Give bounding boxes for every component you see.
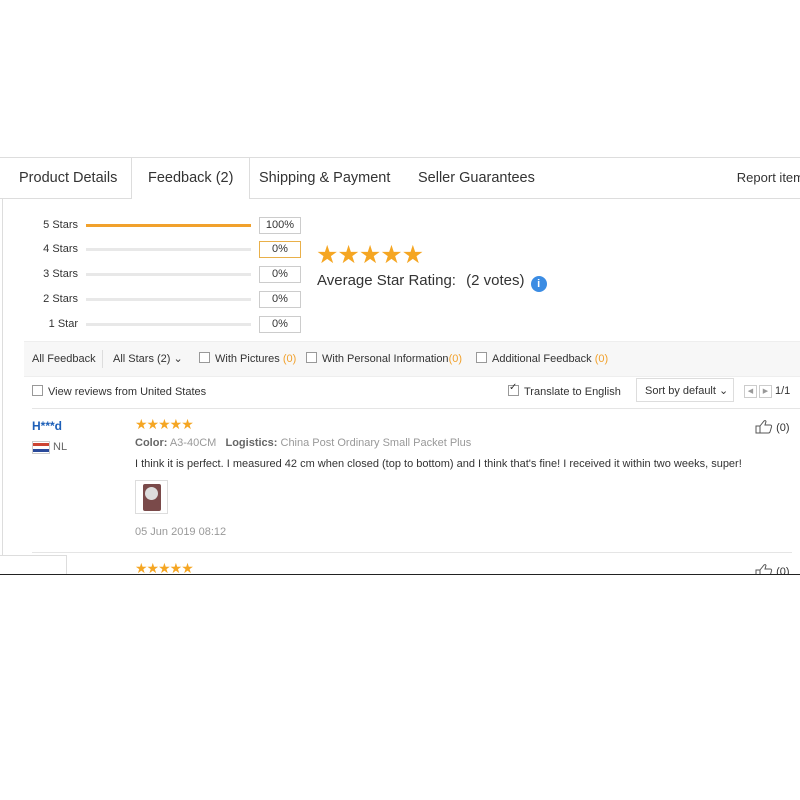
helpful-button[interactable]: (0) <box>755 419 790 434</box>
translate-option[interactable]: Translate to English <box>508 382 621 398</box>
tab-seller-guarantees[interactable]: Seller Guarantees <box>418 158 535 198</box>
rating-label: 4 Stars <box>43 243 78 255</box>
color-label: Color: <box>135 437 168 449</box>
rating-bar <box>86 248 251 251</box>
review-star-icons: ★★★★★ <box>135 416 194 432</box>
average-rating-label: Average Star Rating: <box>317 272 456 289</box>
reviewer-name[interactable]: H***d <box>32 419 62 433</box>
review-star-icons: ★★★★★ <box>135 560 194 575</box>
filter-with-pictures[interactable]: With Pictures (0) <box>199 342 296 376</box>
filter-count: (0) <box>448 353 463 365</box>
chevron-down-icon: ⌄ <box>173 353 183 365</box>
filter-with-personal-info[interactable]: With Personal Information(0) <box>306 342 462 376</box>
rating-row-3[interactable]: 3 Stars 0% <box>0 266 310 283</box>
divider <box>32 408 800 409</box>
rating-label: 5 Stars <box>43 219 78 231</box>
info-icon[interactable]: i <box>530 276 547 292</box>
prev-page-icon[interactable]: ◀ <box>744 385 757 398</box>
rating-bar <box>86 323 251 326</box>
reviewer-avatar-box <box>0 555 67 575</box>
feedback-filter-bar: All Feedback All Stars (2) ⌄ With Pictur… <box>24 341 800 377</box>
filter-additional-label: Additional Feedback <box>492 353 592 365</box>
filter-count: (0) <box>282 353 297 365</box>
filter-all-stars-dropdown[interactable]: All Stars (2) ⌄ <box>113 342 183 376</box>
review-photo-thumbnail[interactable] <box>135 480 168 514</box>
rating-percent: 100% <box>259 217 301 234</box>
filter-with-personal-label: With Personal Information <box>322 353 449 365</box>
divider <box>32 552 792 553</box>
view-from-us-label: View reviews from United States <box>48 386 207 398</box>
review-text: I think it is perfect. I measured 42 cm … <box>135 458 742 470</box>
reviewer-country: NL <box>53 441 68 453</box>
rating-percent: 0% <box>259 266 301 283</box>
vote-count: (2 votes) <box>466 272 525 289</box>
sort-dropdown[interactable]: Sort by default ⌄ <box>636 378 734 402</box>
filter-all-stars-label: All Stars (2) <box>113 353 171 365</box>
checkbox-icon[interactable] <box>306 352 317 363</box>
rating-bar <box>86 224 251 227</box>
rating-label: 2 Stars <box>43 293 78 305</box>
filter-count: (0) <box>594 353 609 365</box>
checkbox-icon[interactable] <box>476 352 487 363</box>
rating-percent: 0% <box>259 316 301 333</box>
rating-row-2[interactable]: 2 Stars 0% <box>0 291 310 308</box>
chevron-down-icon: ⌄ <box>719 385 729 397</box>
average-star-icons: ★★★★★ <box>316 241 424 269</box>
feedback-panel: Product Details Feedback (2) Shipping & … <box>0 157 800 575</box>
logistics-value: China Post Ordinary Small Packet Plus <box>280 437 472 449</box>
filter-additional-feedback[interactable]: Additional Feedback (0) <box>476 342 608 376</box>
view-from-us-option[interactable]: View reviews from United States <box>32 385 206 398</box>
helpful-count: (0) <box>776 422 790 434</box>
average-rating: Average Star Rating: (2 votes) i <box>317 272 547 292</box>
page-indicator: 1/1 <box>775 385 791 397</box>
rating-label: 1 Star <box>48 318 78 330</box>
tab-shipping-payment[interactable]: Shipping & Payment <box>259 158 390 198</box>
rating-row-1[interactable]: 1 Star 0% <box>0 316 310 333</box>
tab-feedback[interactable]: Feedback (2) <box>131 158 251 199</box>
checkbox-icon[interactable] <box>32 385 43 396</box>
filter-with-pictures-label: With Pictures <box>215 353 280 365</box>
tab-bar: Product Details Feedback (2) Shipping & … <box>0 157 800 199</box>
rating-bar-fill <box>86 224 251 227</box>
rating-bar <box>86 273 251 276</box>
report-item-link[interactable]: Report item <box>737 158 800 198</box>
review-meta: Color: A3-40CM Logistics: China Post Ord… <box>135 437 471 449</box>
review-options-row: View reviews from United States Translat… <box>30 378 800 407</box>
checkbox-checked-icon[interactable] <box>508 382 519 396</box>
tab-product-details[interactable]: Product Details <box>19 158 117 198</box>
flag-nl-icon <box>32 441 50 454</box>
frame-bottom-border <box>0 574 800 575</box>
rating-row-5[interactable]: 5 Stars 100% <box>0 217 310 234</box>
rating-percent: 0% <box>259 291 301 308</box>
filter-all-feedback[interactable]: All Feedback <box>32 342 96 376</box>
rating-percent: 0% <box>259 241 301 258</box>
rating-label: 3 Stars <box>43 268 78 280</box>
rating-row-4[interactable]: 4 Stars 0% <box>0 241 310 258</box>
translate-label: Translate to English <box>524 386 621 398</box>
next-page-icon[interactable]: ▶ <box>759 385 772 398</box>
filter-divider <box>102 350 103 368</box>
thumbs-up-icon <box>755 420 773 434</box>
color-value: A3-40CM <box>169 437 217 449</box>
rating-bar <box>86 298 251 301</box>
checkbox-icon[interactable] <box>199 352 210 363</box>
logistics-label: Logistics: <box>225 437 278 449</box>
sort-label: Sort by default <box>645 385 716 397</box>
review-date: 05 Jun 2019 08:12 <box>135 526 227 538</box>
